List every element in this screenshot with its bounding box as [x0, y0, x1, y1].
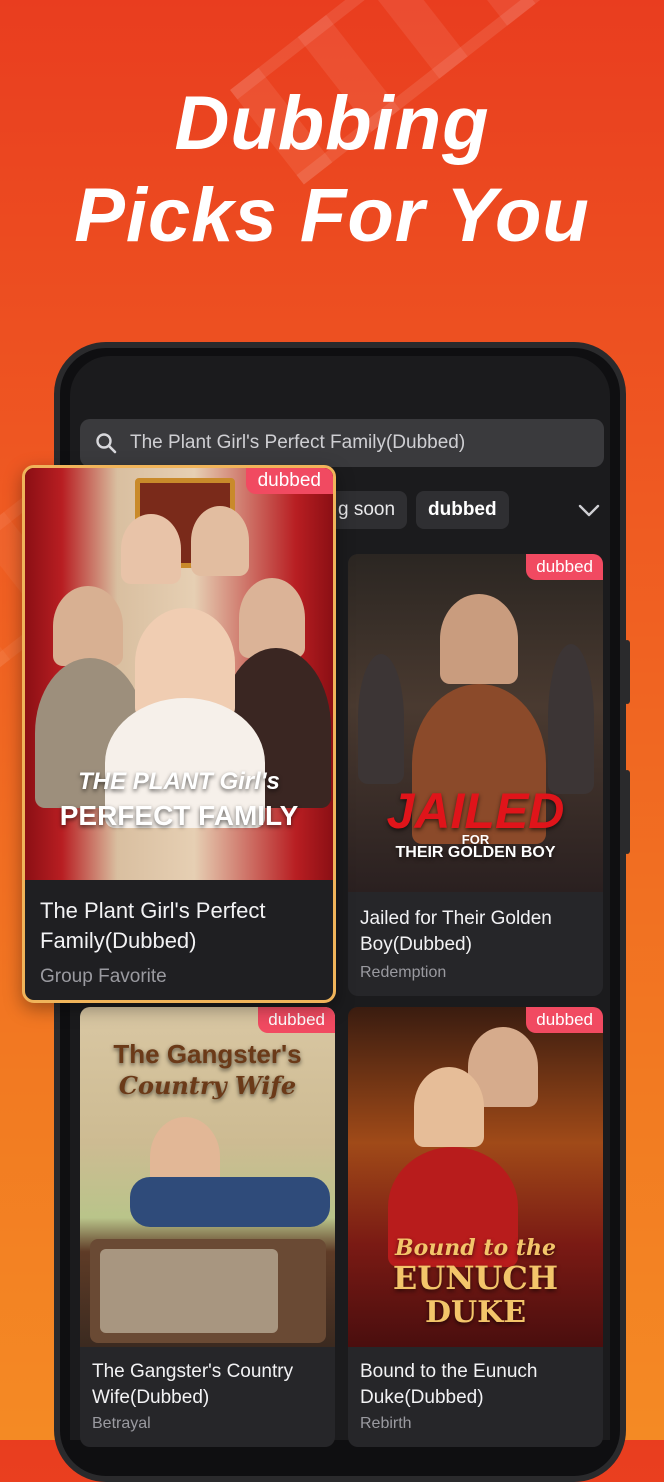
poster-title-text: Country Wife	[118, 1071, 297, 1100]
drama-card[interactable]: JAILED FOR THEIR GOLDEN BOY dubbed Jaile…	[348, 554, 603, 996]
drama-title: Jailed for Their Golden Boy(Dubbed)	[360, 908, 552, 955]
actor-figure	[358, 654, 404, 784]
search-input[interactable]: The Plant Girl's Perfect Family(Dubbed)	[130, 432, 465, 454]
drama-poster: JAILED FOR THEIR GOLDEN BOY	[348, 554, 603, 892]
drama-tag: Redemption	[360, 964, 447, 981]
dubbed-badge: dubbed	[526, 1007, 603, 1033]
dubbed-badge: dubbed	[526, 554, 603, 580]
dubbed-badge: dubbed	[258, 1007, 335, 1033]
filter-chip-coming-soon[interactable]: g soon	[326, 491, 408, 529]
poster-title-text: THE PLANT Girl's	[78, 768, 280, 795]
tv-frame	[90, 1239, 326, 1343]
poster-title-text: The Gangster's	[113, 1039, 302, 1069]
drama-title: The Gangster's Country Wife(Dubbed)	[92, 1361, 294, 1408]
actor-figure	[130, 1177, 330, 1227]
headline-line-1: Dubbing	[174, 81, 490, 166]
phone-side-button	[624, 770, 630, 854]
filter-chip-dubbed[interactable]: dubbed	[416, 491, 509, 529]
drama-card[interactable]: The Gangster's Country Wife dubbed The G…	[80, 1007, 335, 1447]
actor-figure	[239, 578, 305, 658]
actor-figure	[191, 506, 249, 576]
drama-tag: Rebirth	[360, 1415, 412, 1432]
actor-figure	[548, 644, 594, 794]
featured-drama-card[interactable]: THE PLANT Girl's PERFECT FAMILY dubbed T…	[22, 465, 336, 1003]
drama-poster: The Gangster's Country Wife	[80, 1007, 335, 1347]
tv-screen	[100, 1249, 278, 1333]
poster-title-text: THEIR GOLDEN BOY	[395, 844, 556, 861]
headline-line-2: Picks For You	[74, 173, 590, 258]
actor-figure	[414, 1067, 484, 1147]
dubbed-badge: dubbed	[245, 468, 333, 494]
phone-side-button	[624, 640, 630, 704]
drama-title: Bound to the Eunuch Duke(Dubbed)	[360, 1361, 538, 1408]
poster-title-text: PERFECT FAMILY	[59, 800, 299, 831]
chevron-down-icon[interactable]	[576, 498, 602, 522]
search-icon	[96, 433, 117, 454]
search-bar[interactable]: The Plant Girl's Perfect Family(Dubbed)	[80, 419, 604, 467]
promo-headline: Dubbing Picks For You	[0, 78, 664, 262]
drama-card[interactable]: Bound to the EUNUCH DUKE dubbed Bound to…	[348, 1007, 603, 1447]
drama-tag: Group Favorite	[40, 966, 167, 987]
actor-figure	[440, 594, 518, 684]
drama-poster: THE PLANT Girl's PERFECT FAMILY	[25, 468, 333, 880]
actor-figure	[121, 514, 181, 584]
actor-figure	[53, 586, 123, 666]
poster-title-text: Bound to the	[395, 1235, 556, 1261]
poster-title-text: DUKE	[424, 1295, 527, 1330]
drama-tag: Betrayal	[92, 1415, 151, 1432]
drama-poster: Bound to the EUNUCH DUKE	[348, 1007, 603, 1347]
poster-title-text: EUNUCH	[392, 1259, 559, 1297]
drama-title: The Plant Girl's Perfect Family(Dubbed)	[40, 898, 266, 953]
